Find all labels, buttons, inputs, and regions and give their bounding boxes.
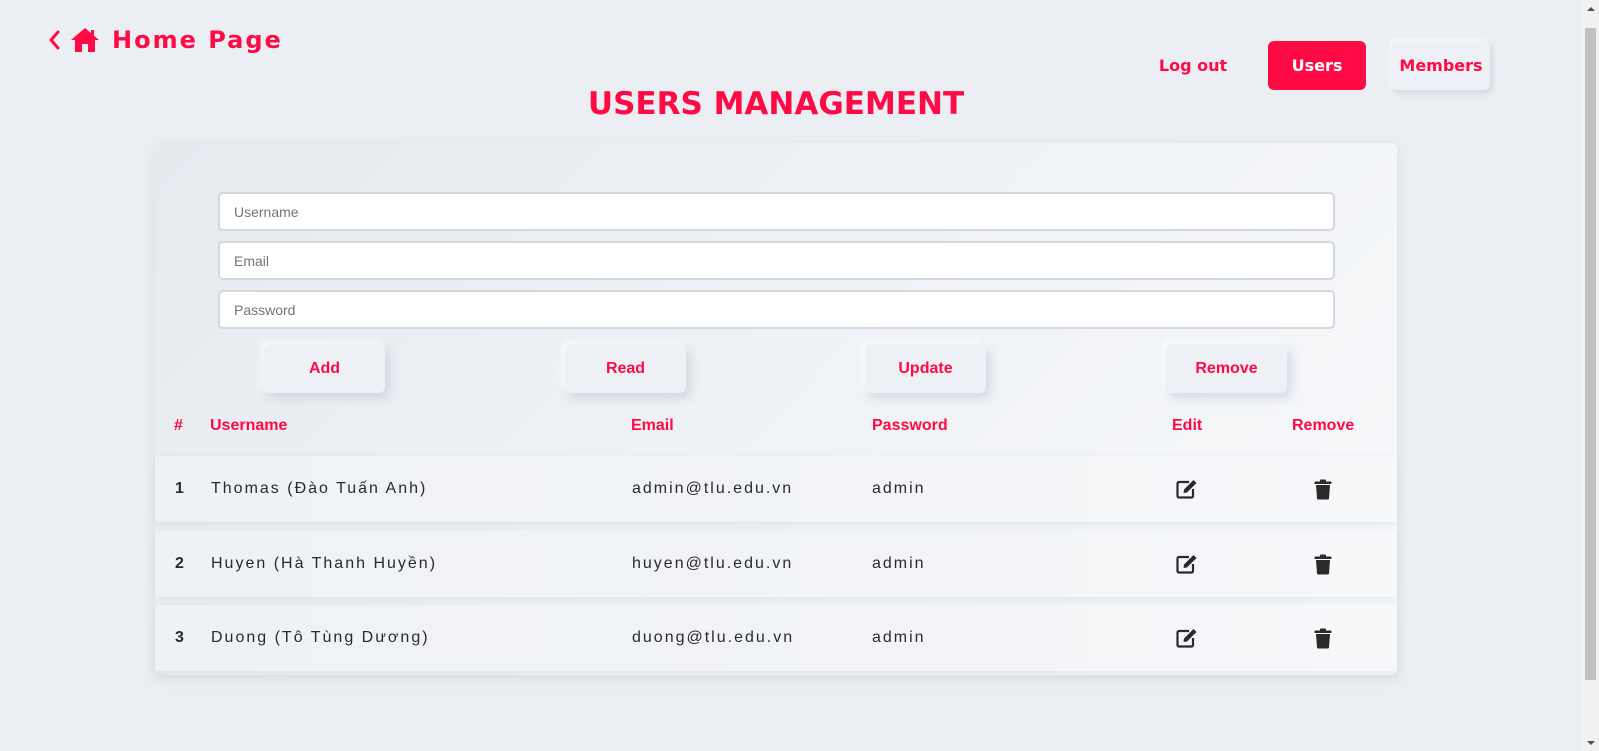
update-button[interactable]: Update — [865, 344, 986, 393]
row-password: admin — [872, 629, 926, 646]
column-header-number: # — [174, 417, 183, 434]
read-button[interactable]: Read — [565, 344, 686, 393]
trash-icon[interactable] — [1313, 531, 1333, 597]
table-row: 2 Huyen (Hà Thanh Huyền) huyen@tlu.edu.v… — [155, 531, 1397, 597]
edit-icon[interactable] — [1175, 605, 1199, 671]
row-number: 3 — [175, 629, 184, 646]
trash-icon[interactable] — [1313, 605, 1333, 671]
column-header-remove: Remove — [1292, 417, 1355, 434]
remove-button[interactable]: Remove — [1166, 344, 1287, 393]
trash-icon[interactable] — [1313, 456, 1333, 522]
row-email: admin@tlu.edu.vn — [632, 480, 794, 497]
column-header-username: Username — [210, 417, 288, 434]
add-button[interactable]: Add — [264, 344, 385, 393]
username-input[interactable] — [218, 192, 1335, 231]
column-header-password: Password — [872, 417, 948, 434]
row-email: duong@tlu.edu.vn — [632, 629, 795, 646]
row-username: Thomas (Đào Tuấn Anh) — [211, 480, 428, 497]
logout-button[interactable]: Log out — [1150, 41, 1236, 90]
row-password: admin — [872, 480, 926, 497]
row-number: 2 — [175, 555, 184, 572]
users-management-page: Home Page Log out Users Members USERS MA… — [0, 0, 1599, 751]
table-row: 1 Thomas (Đào Tuấn Anh) admin@tlu.edu.vn… — [155, 456, 1397, 522]
table-row: 3 Duong (Tô Tùng Dương) duong@tlu.edu.vn… — [155, 605, 1397, 671]
edit-icon[interactable] — [1175, 531, 1199, 597]
password-input[interactable] — [218, 290, 1335, 329]
users-card: Add Read Update Remove # Username Email … — [155, 143, 1397, 675]
vertical-scrollbar[interactable] — [1582, 0, 1599, 751]
users-nav-button[interactable]: Users — [1268, 41, 1366, 90]
row-username: Huyen (Hà Thanh Huyền) — [211, 555, 438, 572]
members-nav-button[interactable]: Members — [1392, 41, 1490, 90]
scrollbar-thumb[interactable] — [1585, 28, 1596, 680]
row-username: Duong (Tô Tùng Dương) — [211, 629, 430, 646]
edit-icon[interactable] — [1175, 456, 1199, 522]
scroll-up-arrow-icon[interactable] — [1582, 0, 1599, 17]
page-title: USERS MANAGEMENT — [587, 86, 965, 122]
row-email: huyen@tlu.edu.vn — [632, 555, 794, 572]
scroll-down-arrow-icon[interactable] — [1582, 734, 1599, 751]
column-header-email: Email — [631, 417, 674, 434]
column-header-edit: Edit — [1172, 417, 1203, 434]
email-input[interactable] — [218, 241, 1335, 280]
row-number: 1 — [175, 480, 184, 497]
top-nav: Log out Users Members — [0, 41, 1599, 91]
row-password: admin — [872, 555, 926, 572]
